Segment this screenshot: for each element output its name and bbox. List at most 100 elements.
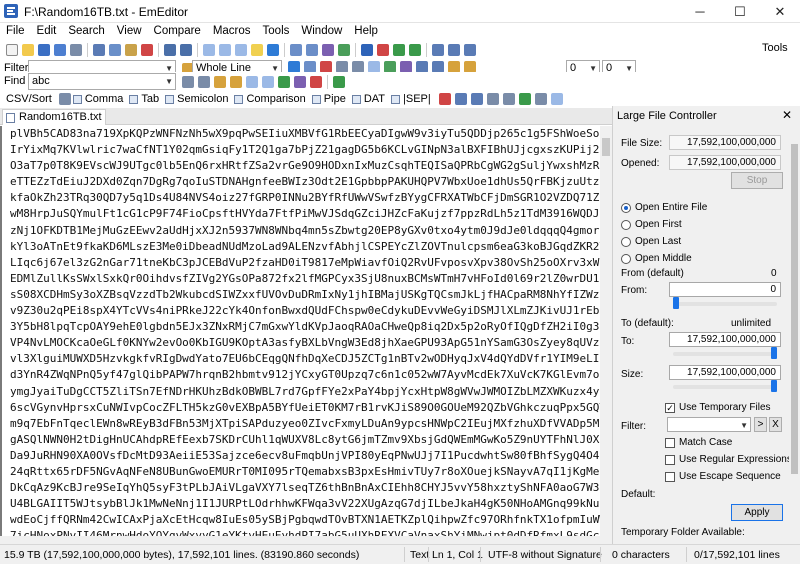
csv-pipe-button[interactable]: Pipe xyxy=(311,93,346,105)
csv-select-icon[interactable] xyxy=(534,93,547,105)
find-next-icon[interactable] xyxy=(198,76,210,88)
editor-line[interactable]: plVBh5CAD83na719XpKQPzWNFNzNh5wX9pqPwSEI… xyxy=(2,126,600,142)
menu-compare[interactable]: Compare xyxy=(148,23,207,40)
editor-line[interactable]: IrYixMq7KVlwlric7waCfNT1Y02qmGsiqFy1T2Q1… xyxy=(2,142,600,158)
outline-icon[interactable] xyxy=(361,43,373,56)
menu-search[interactable]: Search xyxy=(62,23,110,40)
menu-tools[interactable]: Tools xyxy=(257,23,296,40)
editor-line[interactable]: d3YnR4ZWqNPnQ5yf47glQibPAPW7hrqnB2hbmtv9… xyxy=(2,367,600,383)
editor-line[interactable]: zNj1OFKDTB1MejMuGzEEwv2aUdHjxXJ2n5937WN8… xyxy=(2,223,600,239)
save-icon[interactable] xyxy=(38,43,50,56)
slider-knob[interactable] xyxy=(771,347,777,359)
editor-line[interactable]: 24qRttx65rDF5NGvAqNFeN8UBunGwoEMURrT0MI0… xyxy=(2,464,600,480)
sync-scroll-icon[interactable] xyxy=(448,43,460,56)
minimize-button[interactable]: ─ xyxy=(680,0,720,23)
scrollbar-thumb[interactable] xyxy=(791,144,798,474)
menu-macros[interactable]: Macros xyxy=(207,23,257,40)
scrollbar-thumb[interactable] xyxy=(602,138,610,156)
replace-icon[interactable] xyxy=(290,43,302,56)
editor-line[interactable]: U4BLGAIIT5WJtsybBlJk1MwNeNnj1I1JURPtLOdr… xyxy=(2,496,600,512)
editor-line[interactable]: DkCqAz9KcBJre9SeIqYhQ5syF3tPLbJAiVLgaVXY… xyxy=(2,480,600,496)
match-case-checkbox[interactable]: Match Case xyxy=(665,437,732,448)
copy-icon[interactable] xyxy=(109,43,121,56)
csv-comma-button[interactable]: Comma xyxy=(72,93,123,105)
use-regex-checkbox[interactable]: Use Regular Expressions xyxy=(665,454,792,465)
split-icon[interactable] xyxy=(464,43,476,56)
filter-clear-button[interactable]: X xyxy=(769,417,782,432)
find-all-icon[interactable] xyxy=(278,76,290,88)
csv-options-icon[interactable] xyxy=(550,93,563,105)
csv-sort-label[interactable]: CSV/Sort xyxy=(6,93,52,105)
csv-column-icon[interactable] xyxy=(486,93,499,105)
slider-knob[interactable] xyxy=(771,380,777,392)
use-temporary-files-checkbox[interactable]: ✓ Use Temporary Files xyxy=(665,402,771,413)
run-macro-icon[interactable] xyxy=(393,43,405,56)
editor-line[interactable]: eTTEZzTdEiuJ2DXd0Zqn7DgRg7qoIuSTDNAHgnfe… xyxy=(2,174,600,190)
print-icon[interactable] xyxy=(70,43,82,56)
to-input[interactable]: 17,592,100,000,000 xyxy=(669,332,781,347)
find-escape-icon[interactable] xyxy=(262,76,274,88)
find-close-icon[interactable] xyxy=(310,76,322,88)
editor-line[interactable]: sS08XCDHmSy3oXZBsqVzzdTb2WkubcdSIWZxxfUV… xyxy=(2,287,600,303)
csv-sort-asc-icon[interactable] xyxy=(454,93,467,105)
csv-dat-button[interactable]: DAT xyxy=(351,93,385,105)
open-folder-icon[interactable] xyxy=(22,43,34,56)
editor-line[interactable]: Da9JuRHN90XA0OVsfDcMtD93AeiiE53Sajzce6ec… xyxy=(2,448,600,464)
close-button[interactable]: ✕ xyxy=(760,0,800,23)
radio-open-entire-file[interactable]: Open Entire File xyxy=(621,202,707,213)
editor-line[interactable]: LIqc6j67el3zG2nGar71tneKbC3pJCEBdVuP2fza… xyxy=(2,255,600,271)
save-all-icon[interactable] xyxy=(54,43,66,56)
find-icon[interactable] xyxy=(203,43,215,56)
status-mode[interactable]: Text xyxy=(410,549,429,561)
panel-filter-select[interactable]: ▼ xyxy=(667,417,751,432)
find-highlight-icon[interactable] xyxy=(294,76,306,88)
csv-comparison-button[interactable]: Comparison xyxy=(234,93,306,105)
menu-view[interactable]: View xyxy=(111,23,148,40)
csv-sort-desc-icon[interactable] xyxy=(470,93,483,105)
find-input[interactable]: abc ▼ xyxy=(28,73,176,90)
csv-semicolon-button[interactable]: Semicolon xyxy=(165,93,228,105)
redo-icon[interactable] xyxy=(180,43,192,56)
compare-icon[interactable] xyxy=(432,43,444,56)
csv-menu-icon[interactable] xyxy=(58,93,71,105)
panel-scrollbar[interactable] xyxy=(789,134,800,544)
editor-vertical-scrollbar[interactable] xyxy=(600,126,612,544)
find-regex-icon[interactable] xyxy=(246,76,258,88)
slider-knob[interactable] xyxy=(673,297,679,309)
size-slider[interactable] xyxy=(673,380,777,392)
word-wrap-icon[interactable] xyxy=(322,43,334,56)
editor-line[interactable]: wM8HrpJuSQYmulFt1cG1cP9F74FioCpsftHVYda7… xyxy=(2,206,600,222)
size-input[interactable]: 17,592,100,000,000 xyxy=(669,365,781,380)
find-prev-icon[interactable] xyxy=(235,43,247,56)
undo-icon[interactable] xyxy=(164,43,176,56)
editor-line[interactable]: v9Z30u2qPEi8spX4YTcVVs4niPRkeJ22cYk4Onfo… xyxy=(2,303,600,319)
editor-horizontal-scrollbar[interactable] xyxy=(0,536,600,544)
editor-line[interactable]: 6scVGynvHprsxCuNWIvpCocZFLTH5kzG0vEXBpA5… xyxy=(2,400,600,416)
cut-icon[interactable] xyxy=(93,43,105,56)
maximize-button[interactable]: ☐ xyxy=(720,0,760,23)
menu-help[interactable]: Help xyxy=(348,23,384,40)
csv-freeze-icon[interactable] xyxy=(518,93,531,105)
editor-line[interactable]: wdEoCjffQRNm42CwICAxPjaXcEtHcqw8IuEs05yS… xyxy=(2,512,600,528)
tab-random16tb[interactable]: Random16TB.txt xyxy=(2,109,106,125)
editor-line[interactable]: m9q7EbFnTqeclEWn8wREyB3dFBn53MjXTpiSAPdu… xyxy=(2,416,600,432)
apply-button[interactable]: Apply xyxy=(731,504,783,521)
editor-line[interactable]: ymgJyaiTuDgCCT5ZliTSn7EfNDrHKUhzBdkOBWBL… xyxy=(2,384,600,400)
filter-next-button[interactable]: > xyxy=(754,417,767,432)
from-input[interactable]: 0 xyxy=(669,282,781,297)
filter-icon[interactable] xyxy=(267,43,279,56)
csv-delete-icon[interactable] xyxy=(438,93,451,105)
find-case-icon[interactable] xyxy=(214,76,226,88)
radio-open-first[interactable]: Open First xyxy=(621,219,682,230)
find-word-icon[interactable] xyxy=(230,76,242,88)
status-position[interactable]: Ln 1, Col 1 xyxy=(432,549,483,561)
record-macro-icon[interactable] xyxy=(377,43,389,56)
editor-line[interactable]: 3Y5bH8lpqTcpOAY9ehE0lgbdn5EJx3ZNxRMjC7mG… xyxy=(2,319,600,335)
csv-join-icon[interactable] xyxy=(502,93,515,105)
to-slider[interactable] xyxy=(673,347,777,359)
find-go-icon[interactable] xyxy=(333,76,345,88)
text-editor[interactable]: plVBh5CAD83na719XpKQPzWNFNzNh5wX9pqPwSEI… xyxy=(0,126,600,544)
new-file-icon[interactable] xyxy=(6,43,18,56)
find-next-icon[interactable] xyxy=(219,43,231,56)
run-macro-times-icon[interactable] xyxy=(409,43,421,56)
